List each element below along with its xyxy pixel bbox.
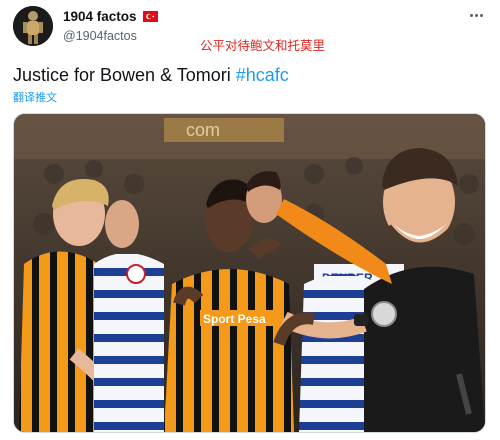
turkey-flag-icon	[142, 11, 158, 22]
tweet-text: Justice for Bowen & Tomori #hcafc	[13, 65, 289, 86]
hull-player-back	[246, 171, 282, 223]
profile-avatar[interactable]	[13, 6, 53, 46]
tweet-text-body: Justice for Bowen & Tomori	[13, 65, 236, 85]
shirt-sponsor: Sport Pesa	[203, 312, 266, 326]
hashtag-link[interactable]: #hcafc	[236, 65, 289, 85]
translate-tweet-link[interactable]: 翻译推文	[13, 89, 57, 105]
stand-signage: com	[186, 120, 220, 140]
dot-icon	[469, 13, 473, 17]
account-name-row: 1904 factos	[63, 9, 158, 24]
chinese-annotation: 公平对待鲍文和托莫里	[200, 39, 326, 53]
account-handle[interactable]: @1904factos	[63, 29, 137, 43]
tweet-photo[interactable]: com DENBER	[13, 113, 486, 433]
tweet-card: 1904 factos @1904factos 公平对待鲍文和托莫里 Justi…	[0, 0, 500, 440]
more-options-icon[interactable]	[466, 8, 486, 22]
dot-icon	[479, 13, 483, 17]
dot-icon	[474, 13, 478, 17]
display-name[interactable]: 1904 factos	[63, 9, 137, 24]
